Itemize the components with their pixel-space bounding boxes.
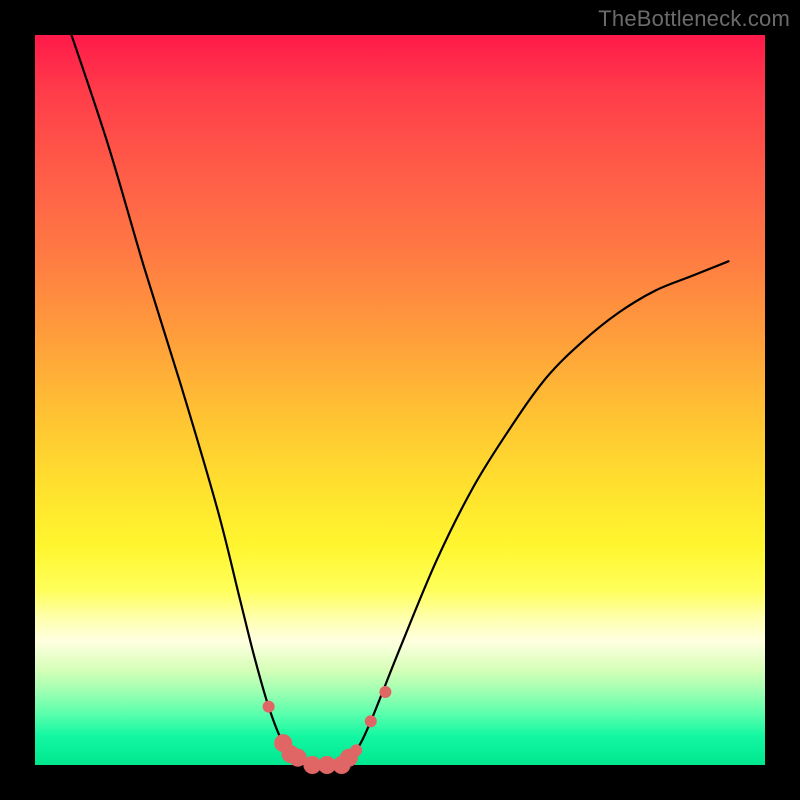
watermark-text: TheBottleneck.com [598, 6, 790, 32]
bottleneck-curve [72, 35, 729, 766]
marker-dot [263, 701, 275, 713]
plot-area [35, 35, 765, 765]
chart-frame: TheBottleneck.com [0, 0, 800, 800]
marker-dot [365, 715, 377, 727]
curve-svg [35, 35, 765, 765]
marker-dot [350, 744, 362, 756]
marker-group [263, 686, 392, 774]
marker-dot [379, 686, 391, 698]
